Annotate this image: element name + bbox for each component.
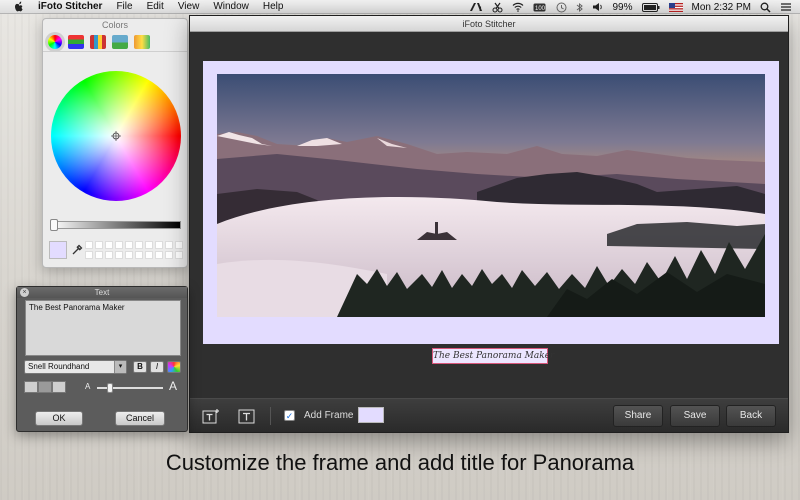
toolbar-separator [270, 407, 271, 425]
color-wheel[interactable] [51, 71, 181, 201]
selected-color-swatch[interactable] [49, 241, 67, 259]
search-icon[interactable] [760, 2, 771, 13]
brightness-slider-knob[interactable] [50, 219, 58, 231]
font-size-large-label: A [169, 379, 178, 393]
clock[interactable]: Mon 2:32 PM [692, 2, 751, 13]
menu-bar: iFoto Stitcher File Edit View Window Hel… [0, 0, 800, 14]
menu-file[interactable]: File [116, 1, 132, 12]
panorama-frame[interactable]: The Best Panorama Maker [203, 61, 779, 364]
color-swatch-grid[interactable] [85, 241, 183, 259]
align-right-button[interactable] [52, 381, 66, 393]
speaker-icon[interactable] [592, 2, 604, 12]
window-title: iFoto Stitcher [190, 16, 788, 32]
font-size-small-label: A [85, 382, 91, 391]
back-button[interactable]: Back [726, 405, 776, 427]
color-palettes-tab-icon[interactable] [90, 34, 106, 49]
panorama-photo [217, 74, 765, 317]
svg-text:1: 1 [479, 7, 483, 12]
add-frame-checkbox[interactable]: ✓ [284, 410, 295, 421]
align-left-button[interactable] [24, 381, 38, 393]
colors-toolbar [43, 32, 187, 52]
image-palettes-tab-icon[interactable] [112, 34, 128, 49]
menu-window[interactable]: Window [213, 1, 249, 12]
add-frame-label: Add Frame [304, 410, 354, 421]
panorama-title-caption[interactable]: The Best Panorama Maker [432, 348, 554, 364]
menu-app-name[interactable]: iFoto Stitcher [38, 1, 102, 12]
edit-text-icon[interactable] [238, 408, 256, 424]
color-wheel-tab-icon[interactable] [48, 34, 62, 49]
colors-panel: Colors [42, 18, 188, 268]
pencils-tab-icon[interactable] [134, 34, 150, 49]
status-area: 1 100 99% Mon 2:32 PM [469, 0, 793, 14]
flag-icon[interactable] [668, 2, 683, 12]
title-text-field[interactable]: The Best Panorama Maker [25, 300, 181, 356]
adobe-icon[interactable]: 1 [469, 2, 483, 12]
menu-edit[interactable]: Edit [147, 1, 164, 12]
color-sliders-tab-icon[interactable] [68, 34, 84, 49]
font-size-slider-knob[interactable] [107, 383, 113, 393]
menu-help[interactable]: Help [263, 1, 284, 12]
time-machine-icon[interactable] [556, 2, 567, 13]
cancel-button[interactable]: Cancel [115, 411, 165, 426]
colors-panel-title: Colors [101, 20, 128, 30]
align-center-button[interactable] [38, 381, 52, 393]
chevron-down-icon: ▾ [114, 361, 126, 373]
close-icon[interactable]: × [20, 288, 29, 297]
battery-percent: 99% [612, 1, 633, 13]
list-icon[interactable] [780, 2, 792, 12]
text-panel: × Text The Best Panorama Maker Snell Rou… [16, 286, 188, 432]
frame-color-swatch[interactable] [358, 407, 384, 423]
bottom-toolbar: ✓ Add Frame Share Save Back [190, 398, 788, 432]
text-panel-titlebar: × Text [17, 287, 187, 298]
italic-button[interactable]: I [150, 361, 164, 373]
font-select-value: Snell Roundhand [28, 362, 90, 371]
svg-text:100: 100 [535, 6, 546, 12]
scissors-icon[interactable] [492, 2, 503, 13]
battery-icon[interactable] [641, 2, 660, 12]
save-button[interactable]: Save [670, 405, 720, 427]
text-color-button[interactable] [167, 361, 181, 373]
main-window: iFoto Stitcher The Best Panorama Maker ✓… [189, 15, 789, 433]
wifi-icon[interactable] [512, 2, 524, 12]
add-text-icon[interactable] [202, 408, 220, 424]
font-select[interactable]: Snell Roundhand ▾ [24, 360, 127, 374]
promo-caption: Customize the frame and add title for Pa… [165, 450, 635, 475]
bold-button[interactable]: B [133, 361, 147, 373]
eyedropper-icon[interactable] [71, 244, 83, 256]
battery-charge-icon[interactable]: 100 [533, 3, 547, 12]
ok-button[interactable]: OK [35, 411, 83, 426]
brightness-slider[interactable] [51, 221, 181, 229]
bluetooth-icon[interactable] [576, 2, 583, 13]
apple-icon[interactable] [14, 1, 28, 12]
alignment-group [24, 381, 66, 393]
crosshair-icon [111, 131, 121, 141]
share-button[interactable]: Share [613, 405, 663, 427]
menu-view[interactable]: View [178, 1, 200, 12]
text-panel-title: Text [94, 288, 110, 297]
